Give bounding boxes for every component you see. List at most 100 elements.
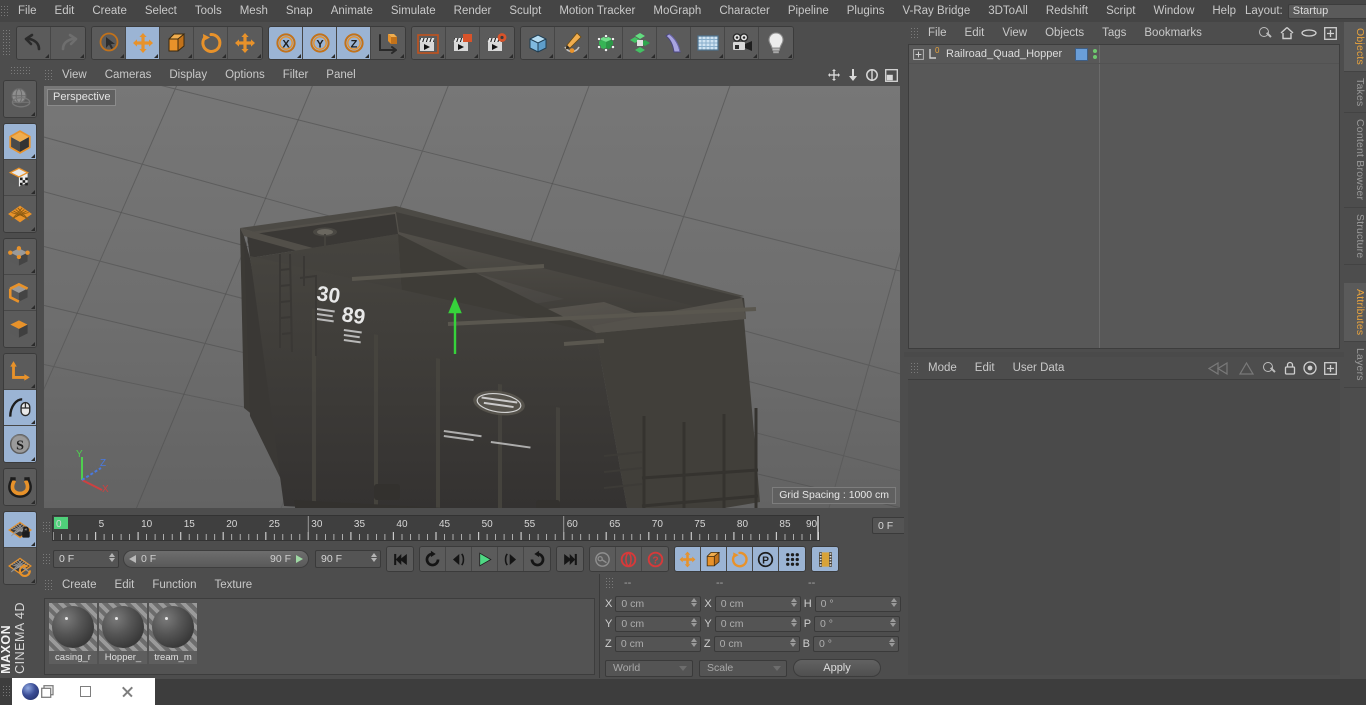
object-row[interactable]: 0 Railroad_Quad_Hopper [909,45,1339,64]
dropdown-corner-icon[interactable] [685,54,689,58]
dropdown-corner-icon[interactable] [154,54,158,58]
position-key-button[interactable] [675,547,701,571]
viewport-menu-display[interactable]: Display [160,64,216,86]
dropdown-corner-icon[interactable] [365,54,369,58]
vertical-tab-layers[interactable]: Layers [1344,342,1366,389]
menu-item-motion-tracker[interactable]: Motion Tracker [550,0,644,22]
menu-item-3dtoall[interactable]: 3DToAll [979,0,1037,22]
viewport-3d-canvas[interactable]: 30 89 Perspective Grid Spacing: 1000 cm… [44,86,900,508]
spinner-icon[interactable] [890,598,897,607]
menu-item-snap[interactable]: Snap [277,0,322,22]
dropdown-corner-icon[interactable] [188,54,192,58]
lock-workplane-button[interactable] [4,512,36,548]
dropdown-corner-icon[interactable] [45,54,49,58]
add-cube-button[interactable] [521,27,555,59]
dropdown-corner-icon[interactable] [331,54,335,58]
object-menu-edit[interactable]: Edit [956,22,994,44]
dropdown-corner-icon[interactable] [549,54,553,58]
add-light-button[interactable] [759,27,793,59]
z-axis-button[interactable]: Z [337,27,371,59]
dropdown-corner-icon[interactable] [719,54,723,58]
material-thumbnail[interactable] [99,603,147,651]
viewport-menu-options[interactable]: Options [216,64,274,86]
record-active-objects-button[interactable] [590,547,616,571]
plus-box-icon[interactable] [1324,361,1337,375]
menu-item-pipeline[interactable]: Pipeline [779,0,838,22]
undo-view-button[interactable] [4,81,36,117]
render-region-button[interactable] [446,27,480,59]
parameter-key-button[interactable]: P [753,547,779,571]
vertical-tab-structure[interactable]: Structure [1344,207,1366,266]
next-keyframe-button[interactable] [524,547,550,571]
goto-start-button[interactable] [387,547,413,571]
world-object-coord-button[interactable] [371,27,405,59]
rotation-field[interactable]: 0 ° [813,636,899,652]
menu-item-mesh[interactable]: Mesh [231,0,277,22]
dolly-icon[interactable] [847,68,859,82]
menu-item-window[interactable]: Window [1144,0,1203,22]
dropdown-corner-icon[interactable] [509,54,513,58]
redo-button[interactable] [51,27,85,59]
lock-icon[interactable] [1284,361,1296,375]
vertical-tab-takes[interactable]: Takes [1344,72,1366,114]
material-item[interactable]: tream_m [149,603,197,670]
axis-mode-button[interactable] [4,354,36,390]
ellipse-icon[interactable] [1301,28,1317,38]
position-field[interactable]: 0 cm [614,636,701,652]
anim-current-frame-field[interactable]: 0 F [53,550,119,568]
texture-mode-button[interactable] [4,160,36,196]
dynamic-place-button[interactable] [228,27,262,59]
size-field[interactable]: 0 cm [713,636,800,652]
attribute-grip[interactable] [910,362,919,374]
search-icon[interactable] [1257,25,1273,41]
object-tree[interactable]: 0 Railroad_Quad_Hopper [908,44,1340,349]
scale-button[interactable] [160,27,194,59]
dropdown-corner-icon[interactable] [257,54,261,58]
position-field[interactable]: 0 cm [615,616,702,632]
plus-box-icon[interactable] [1324,26,1337,40]
restore-window-icon[interactable] [41,685,54,698]
range-right-arrow-icon[interactable] [295,555,303,563]
anim-grip[interactable] [42,553,51,565]
object-menu-file[interactable]: File [919,22,956,44]
dropdown-corner-icon[interactable] [31,420,35,424]
menu-item-sculpt[interactable]: Sculpt [500,0,550,22]
close-window-icon[interactable] [121,685,134,698]
viewport-menu-cameras[interactable]: Cameras [96,64,161,86]
dropdown-corner-icon[interactable] [31,154,35,158]
dropdown-corner-icon[interactable] [617,54,621,58]
size-field[interactable]: 0 cm [714,616,801,632]
spinner-icon[interactable] [790,598,797,607]
enable-snapping-button[interactable] [4,390,36,426]
rotation-field[interactable]: 0 ° [814,596,901,612]
material-item[interactable]: casing_r [49,603,97,670]
dropdown-corner-icon[interactable] [31,112,35,116]
material-grip[interactable] [44,579,53,591]
dropdown-corner-icon[interactable] [297,54,301,58]
anim-range-slider[interactable]: 0 F 90 F [123,550,309,568]
viewport-grip[interactable] [44,69,53,81]
history-back-icon[interactable] [1208,361,1232,375]
menu-item-character[interactable]: Character [710,0,779,22]
dropdown-corner-icon[interactable] [440,54,444,58]
dropdown-corner-icon[interactable] [31,227,35,231]
dropdown-corner-icon[interactable] [222,54,226,58]
dropdown-corner-icon[interactable] [31,342,35,346]
maximize-window-icon[interactable] [80,686,91,697]
spinner-icon[interactable] [789,638,796,647]
object-menu-view[interactable]: View [993,22,1036,44]
spinner-icon[interactable] [690,638,697,647]
rotation-field[interactable]: 0 ° [814,616,901,632]
object-grip[interactable] [910,27,919,39]
menu-item-help[interactable]: Help [1203,0,1245,22]
attribute-menu-mode[interactable]: Mode [919,357,966,379]
anim-end-frame-field[interactable]: 90 F [315,550,381,568]
taskbar-grip[interactable] [2,685,11,697]
rotate-icon[interactable] [865,68,879,82]
spinner-icon[interactable] [790,618,797,627]
workplane-mode-button[interactable] [4,196,36,232]
add-floor-button[interactable] [691,27,725,59]
expand-toggle-icon[interactable] [913,48,924,60]
menu-grip[interactable] [0,5,9,17]
dropdown-corner-icon[interactable] [120,54,124,58]
